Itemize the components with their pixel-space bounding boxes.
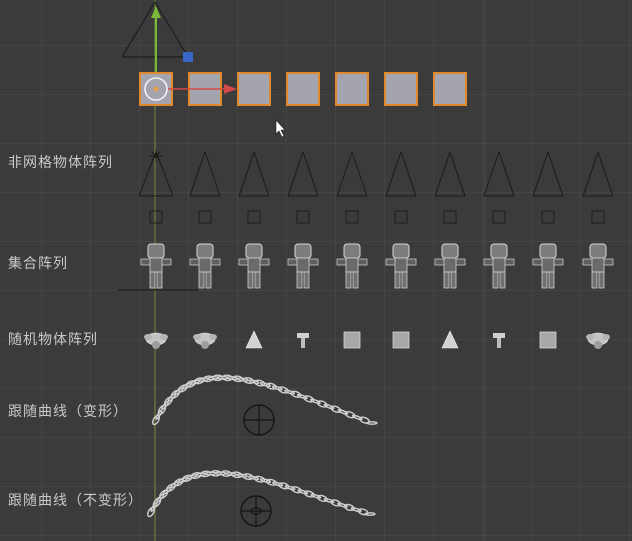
camera-icon[interactable] [385, 151, 417, 224]
chain-link [284, 485, 296, 491]
array-cube[interactable] [286, 72, 320, 106]
cone-icon[interactable] [441, 330, 459, 349]
hammer-icon[interactable] [297, 333, 309, 348]
camera-icon[interactable] [434, 151, 466, 224]
chain-link [296, 393, 308, 400]
camera-icon[interactable] [189, 151, 221, 224]
row-label-follow-curve-deform: 跟随曲线（变形） [8, 404, 128, 420]
monkey-icon[interactable] [586, 332, 610, 349]
array-cube[interactable] [384, 72, 418, 106]
row-label-follow-curve-no-deform: 跟随曲线（不变形） [8, 493, 143, 509]
row-label-non-mesh-array: 非网格物体阵列 [8, 155, 113, 171]
cube-icon[interactable] [539, 331, 557, 349]
empty-sphere-icon[interactable] [243, 404, 275, 436]
character-figure-icon[interactable] [582, 243, 614, 289]
chain-link [297, 489, 309, 495]
character-figure-icon[interactable] [483, 243, 515, 289]
monkey-icon[interactable] [193, 332, 217, 349]
chain-link [310, 493, 322, 499]
camera-icon[interactable] [336, 151, 368, 224]
random-object-array [144, 330, 610, 349]
move-gizmo-plane-handle[interactable] [183, 52, 193, 62]
camera-icon[interactable] [483, 151, 515, 224]
camera-icon[interactable] [287, 151, 319, 224]
camera-icon[interactable] [532, 151, 564, 224]
monkey-icon[interactable] [144, 332, 168, 349]
character-figure-icon[interactable] [532, 243, 564, 289]
cone-icon[interactable] [245, 330, 263, 349]
row-label-random-object-array: 随机物体阵列 [8, 332, 98, 348]
camera-array [138, 150, 614, 224]
cube-icon[interactable] [392, 331, 410, 349]
chain-link [284, 389, 296, 395]
mouse-cursor-icon [275, 119, 286, 138]
camera-icon[interactable] [138, 150, 174, 224]
collection-array [140, 243, 614, 289]
array-cube[interactable] [237, 72, 271, 106]
array-cube[interactable] [335, 72, 369, 106]
cube-icon[interactable] [343, 331, 361, 349]
character-figure-icon[interactable] [336, 243, 368, 289]
chain-link [323, 497, 335, 504]
scene-canvas[interactable] [0, 0, 632, 541]
character-figure-icon[interactable] [385, 243, 417, 289]
empty-sphere-icon[interactable] [240, 495, 272, 527]
chain-link [359, 416, 371, 424]
chain-curve-deformed[interactable] [151, 374, 378, 426]
character-figure-icon[interactable] [140, 243, 172, 289]
character-figure-icon[interactable] [434, 243, 466, 289]
array-cube[interactable] [433, 72, 467, 106]
character-figure-icon[interactable] [287, 243, 319, 289]
camera-icon[interactable] [582, 151, 614, 224]
move-gizmo-y-arrow[interactable] [151, 6, 161, 72]
active-cube[interactable] [139, 72, 173, 106]
character-figure-icon[interactable] [189, 243, 221, 289]
hammer-icon[interactable] [493, 333, 505, 348]
row-label-collection-array: 集合阵列 [8, 256, 68, 272]
character-figure-icon[interactable] [238, 243, 270, 289]
camera-icon[interactable] [238, 151, 270, 224]
